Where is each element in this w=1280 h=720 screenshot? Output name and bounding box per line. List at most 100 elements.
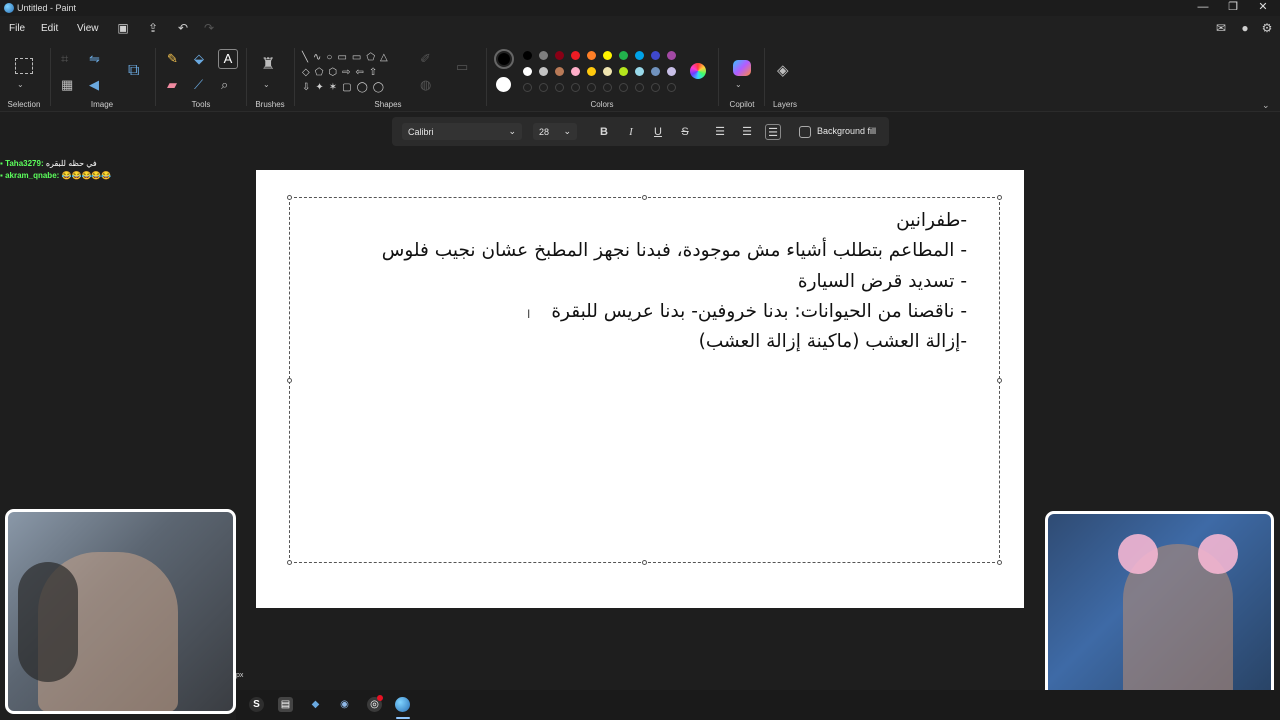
color-swatch[interactable] [651,51,660,60]
align-left-icon[interactable]: ☰ [712,124,728,140]
pencil-icon[interactable]: ✎ [167,52,178,66]
crop-icon[interactable]: ⌗ [61,52,68,66]
chevron-down-icon[interactable]: ⌄ [735,78,742,92]
fill-icon[interactable]: ◍ [420,78,431,92]
close-button[interactable]: ✕ [1248,0,1278,16]
color-swatch[interactable] [571,67,580,76]
resize-icon[interactable]: ⇋ [89,52,100,66]
align-center-icon[interactable]: ☰ [739,124,755,140]
color-swatch[interactable] [667,67,676,76]
resize-handle[interactable] [287,560,292,565]
group-label-shapes: Shapes [374,100,402,109]
bold-button[interactable]: B [596,124,612,140]
color-swatch[interactable] [635,51,644,60]
maximize-button[interactable]: ❐ [1218,0,1248,16]
rotate-icon[interactable]: ◀ [89,78,99,92]
color-swatch[interactable] [619,83,628,92]
resize-handle[interactable] [997,560,1002,565]
settings-gear-icon[interactable]: ⚙ [1260,21,1274,35]
redo-icon[interactable]: ↷ [202,21,216,35]
color-swatch[interactable] [539,83,548,92]
divider [155,48,156,106]
chat-username: akram_qnabe: [5,171,60,180]
color-swatch[interactable] [635,67,644,76]
magnifier-icon[interactable]: ⌕ [221,78,228,92]
account-icon[interactable]: ● [1238,21,1252,35]
menu-edit[interactable]: Edit [41,23,58,34]
eraser-icon[interactable]: ▰ [167,78,177,92]
color-swatch[interactable] [523,67,532,76]
color-swatch[interactable] [603,67,612,76]
resize-handle[interactable] [997,378,1002,383]
color-swatch[interactable] [555,67,564,76]
resize-handle[interactable] [287,195,292,200]
unit-label: px [236,672,244,679]
align-right-icon[interactable]: ☰ [765,124,781,140]
chevron-down-icon[interactable]: ⌄ [263,78,270,92]
app-icon[interactable]: ◆ [308,697,323,712]
color-swatch[interactable] [539,67,548,76]
selection-rectangle-icon[interactable] [15,58,33,74]
gallery-icon[interactable]: ▤ [278,697,293,712]
color-swatch[interactable] [555,51,564,60]
image-tools-icon[interactable]: ⧉ [128,63,139,79]
color-swatch[interactable] [523,51,532,60]
color-picker-icon[interactable]: ⟋ [194,78,203,92]
undo-icon[interactable]: ↶ [176,21,190,35]
skype-icon[interactable]: S [249,697,264,712]
secondary-color-selector[interactable] [496,77,511,92]
menu-file[interactable]: File [9,23,25,34]
outline-icon[interactable]: ✐ [420,52,431,66]
italic-button[interactable]: I [623,124,639,140]
font-size-dropdown[interactable]: 28 ⌄ [533,123,577,140]
color-swatch[interactable] [539,51,548,60]
minimize-button[interactable]: — [1188,0,1218,16]
color-swatch[interactable] [523,83,532,92]
color-swatch[interactable] [651,67,660,76]
font-family-dropdown[interactable]: Calibri ⌄ [402,123,522,140]
resize-handle[interactable] [642,560,647,565]
color-swatch[interactable] [603,51,612,60]
color-swatch[interactable] [667,83,676,92]
underline-button[interactable]: U [650,124,666,140]
primary-color-selector[interactable] [494,49,514,69]
share-icon[interactable]: ⇪ [146,21,160,35]
resize-handle[interactable] [997,195,1002,200]
color-swatch[interactable] [555,83,564,92]
color-swatch[interactable] [667,51,676,60]
edit-colors-icon[interactable] [690,63,706,79]
color-swatch[interactable] [619,51,628,60]
color-swatch[interactable] [619,67,628,76]
text-tool-icon[interactable]: A [218,49,238,69]
shapes-gallery[interactable]: ╲∿○▭▭⬠△ ◇⬠⬡⇨⇦⇧ ⇩✦✶▢◯◯ [302,50,406,98]
color-swatch[interactable] [651,83,660,92]
feedback-icon[interactable]: ✉ [1214,21,1228,35]
steam-icon[interactable]: ◉ [337,697,352,712]
text-box[interactable]: -طفرانين - المطاعم بتطلب أشياء مش موجودة… [287,195,1002,565]
text-content[interactable]: -طفرانين - المطاعم بتطلب أشياء مش موجودة… [307,206,967,357]
resize-handle[interactable] [287,378,292,383]
color-swatch[interactable] [587,83,596,92]
layers-icon[interactable]: ◈ [777,63,789,78]
group-label-tools: Tools [191,100,211,109]
color-swatch[interactable] [603,83,612,92]
brush-icon[interactable]: ♜ [261,57,275,73]
menu-view[interactable]: View [77,23,99,34]
color-swatch[interactable] [571,83,580,92]
background-fill-checkbox[interactable] [799,126,811,138]
strikethrough-button[interactable]: S [677,124,693,140]
shape-size-icon[interactable]: ▭ [456,60,468,74]
chevron-down-icon[interactable]: ⌄ [17,78,24,92]
save-icon[interactable]: ▣ [116,21,130,35]
color-swatch[interactable] [587,67,596,76]
color-swatch[interactable] [587,51,596,60]
paint-icon[interactable] [395,697,410,712]
color-swatch[interactable] [635,83,644,92]
resize-handle[interactable] [642,195,647,200]
chevron-down-icon[interactable]: ⌄ [1262,98,1270,112]
color-swatch[interactable] [571,51,580,60]
fill-bucket-icon[interactable]: ⬙ [194,52,204,66]
copilot-icon[interactable] [733,60,751,76]
image-select-icon[interactable]: ▦ [61,78,73,92]
divider [764,48,765,106]
